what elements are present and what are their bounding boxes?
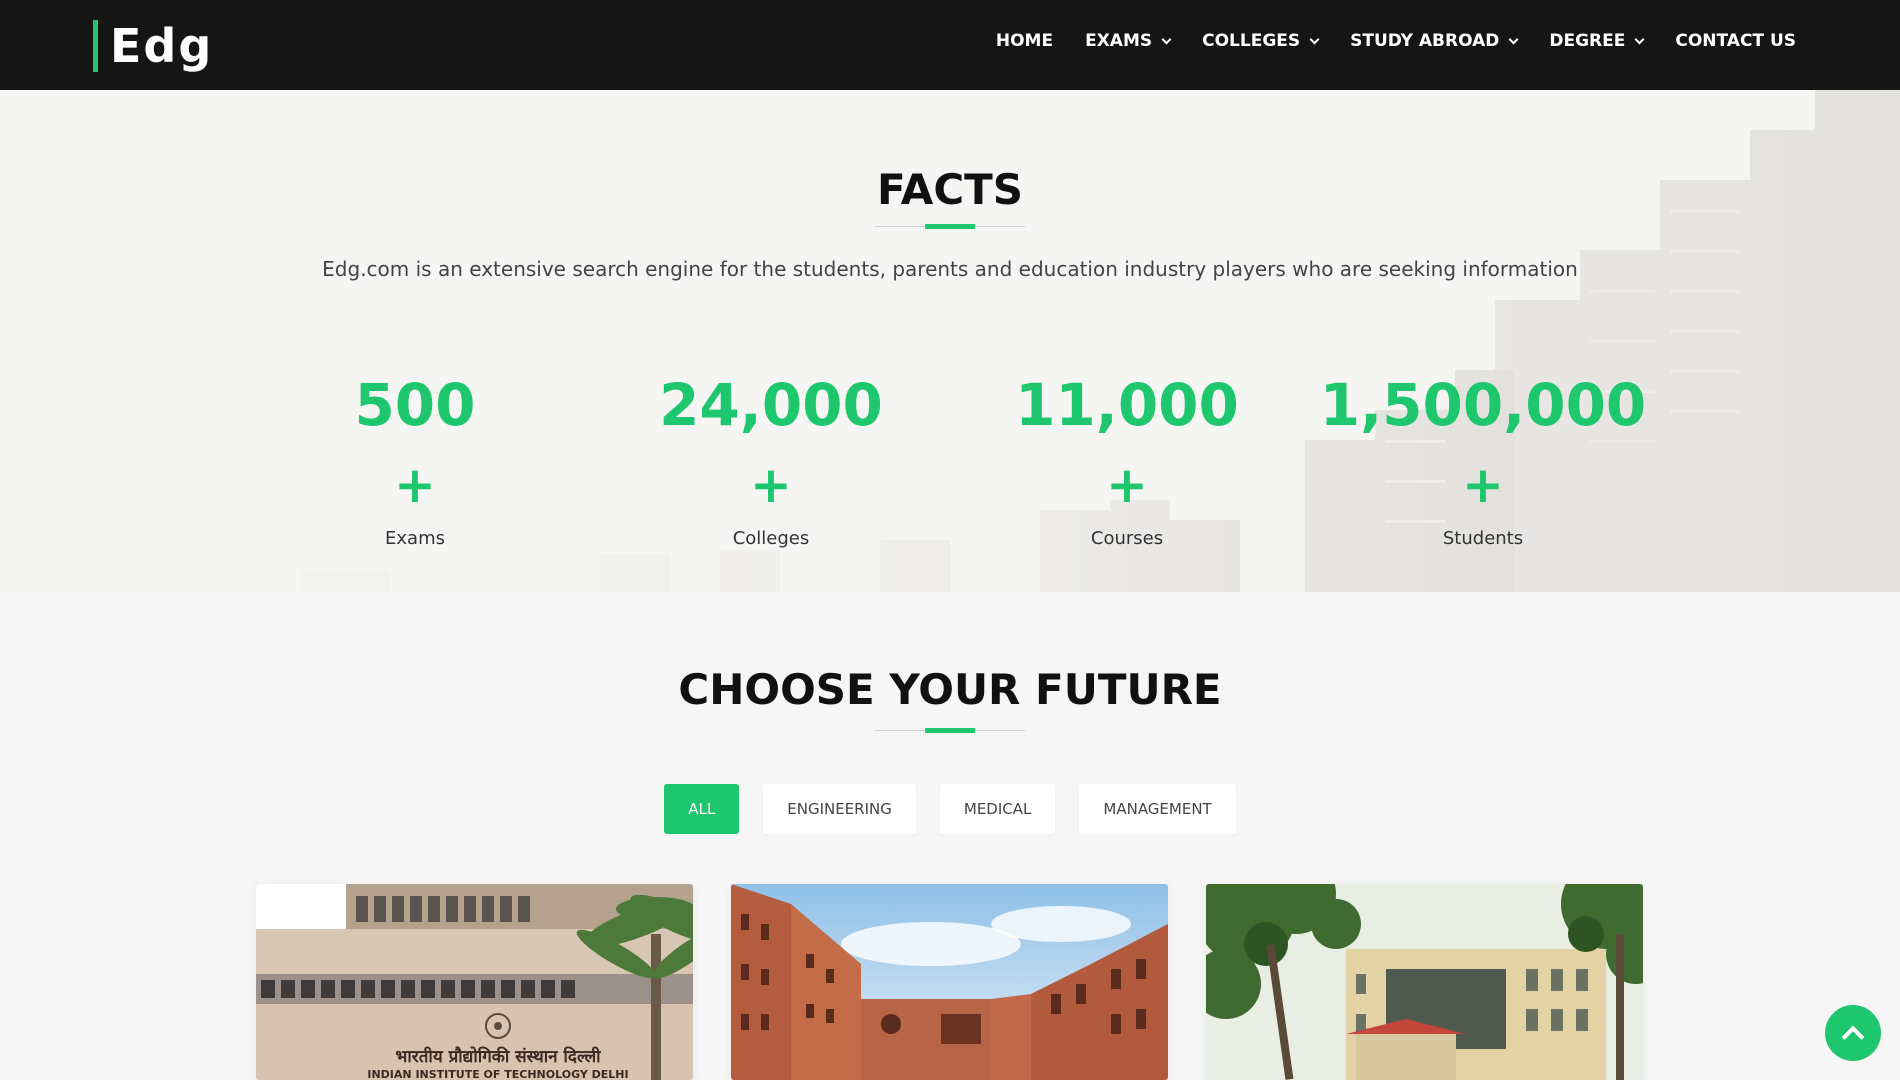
college-card[interactable]: भारतीय प्रौद्योगिकी संस्थान दिल्ली INDIA… xyxy=(256,884,693,1080)
category-filters: ALL ENGINEERING MEDICAL MANAGEMENT xyxy=(0,784,1900,834)
nav-label: EXAMS xyxy=(1085,31,1153,51)
filter-all-button[interactable]: ALL xyxy=(664,784,740,834)
chevron-down-icon xyxy=(1161,34,1172,44)
nav-label: COLLEGES xyxy=(1202,31,1301,51)
plus-icon: + xyxy=(1106,456,1148,514)
chevron-down-icon xyxy=(1634,34,1645,44)
stat-value: 11,000 xyxy=(1015,371,1239,439)
college-card[interactable] xyxy=(731,884,1168,1080)
title-divider xyxy=(875,728,1025,734)
stat-label: Students xyxy=(1442,528,1524,549)
plus-icon: + xyxy=(1462,456,1504,514)
chevron-up-icon xyxy=(1841,1025,1865,1049)
stat-courses: 11,000 + Courses xyxy=(947,370,1307,549)
future-title: CHOOSE YOUR FUTURE xyxy=(678,665,1222,714)
nav-label: CONTACT US xyxy=(1675,31,1796,51)
top-navbar: Edg HOME EXAMS COLLEGES STUDY ABROAD DEG… xyxy=(0,0,1900,90)
filter-medical-button[interactable]: MEDICAL xyxy=(939,784,1056,834)
sign-hindi: भारतीय प्रौद्योगिकी संस्थान दिल्ली xyxy=(395,1046,601,1067)
stat-label: Colleges xyxy=(732,528,810,549)
college-image: भारतीय प्रौद्योगिकी संस्थान दिल्ली INDIA… xyxy=(256,884,693,1080)
facts-description: Edg.com is an extensive search engine fo… xyxy=(322,257,1578,281)
stat-label: Exams xyxy=(385,528,445,549)
college-image xyxy=(1206,884,1643,1080)
college-card[interactable] xyxy=(1206,884,1643,1080)
logo-text: Edg xyxy=(110,19,214,73)
nav-item-degree[interactable]: DEGREE xyxy=(1549,31,1645,51)
stat-value: 24,000 xyxy=(659,371,883,439)
facts-title: FACTS xyxy=(876,165,1024,214)
nav-label: STUDY ABROAD xyxy=(1350,31,1500,51)
stat-value: 500 xyxy=(354,371,476,439)
site-logo[interactable]: Edg xyxy=(93,20,213,72)
nav-item-study-abroad[interactable]: STUDY ABROAD xyxy=(1350,31,1519,51)
college-image xyxy=(731,884,1168,1080)
title-divider xyxy=(875,224,1025,230)
logo-accent-bar xyxy=(93,20,98,72)
plus-icon: + xyxy=(394,456,436,514)
stat-colleges: 24,000 + Colleges xyxy=(591,370,951,549)
nav-label: DEGREE xyxy=(1549,31,1626,51)
nav-item-contact-us[interactable]: CONTACT US xyxy=(1675,31,1796,51)
stat-label: Courses xyxy=(1090,528,1164,549)
facts-section: FACTS Edg.com is an extensive search eng… xyxy=(0,90,1900,592)
nav-item-home[interactable]: HOME xyxy=(996,31,1053,51)
main-nav: HOME EXAMS COLLEGES STUDY ABROAD DEGREE … xyxy=(964,0,1796,82)
plus-icon: + xyxy=(750,456,792,514)
scroll-to-top-button[interactable] xyxy=(1825,1005,1881,1061)
sign-english: INDIAN INSTITUTE OF TECHNOLOGY DELHI xyxy=(367,1068,628,1080)
chevron-down-icon xyxy=(1508,34,1519,44)
stat-value: 1,500,000 xyxy=(1319,371,1647,439)
filter-engineering-button[interactable]: ENGINEERING xyxy=(763,784,916,834)
chevron-down-icon xyxy=(1309,34,1320,44)
nav-label: HOME xyxy=(995,31,1054,51)
filter-management-button[interactable]: MANAGEMENT xyxy=(1079,784,1236,834)
stat-exams: 500 + Exams xyxy=(235,370,595,549)
stat-students: 1,500,000 + Students xyxy=(1303,370,1663,549)
nav-item-exams[interactable]: EXAMS xyxy=(1085,31,1172,51)
nav-item-colleges[interactable]: COLLEGES xyxy=(1202,31,1320,51)
